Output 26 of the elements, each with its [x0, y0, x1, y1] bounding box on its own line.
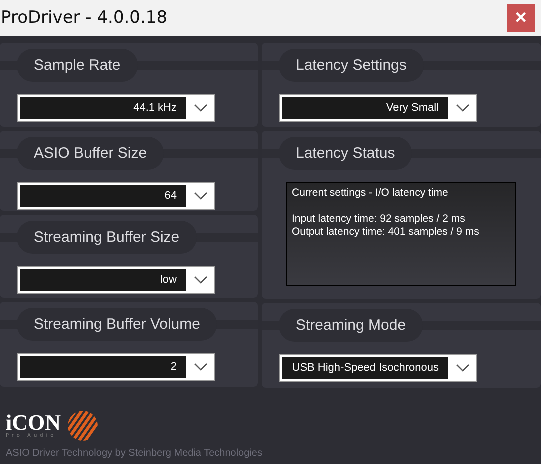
- status-heading: Current settings - I/O latency time: [292, 187, 450, 200]
- dropdown[interactable]: USB High-Speed Isochronous: [279, 354, 477, 382]
- chevron-down-icon: [194, 363, 208, 371]
- status-line: Output latency time: 401 samples / 9 ms: [292, 226, 480, 239]
- panel-title: Latency Settings: [279, 49, 424, 82]
- dropdown[interactable]: 44.1 kHz: [17, 94, 215, 122]
- panel-title: Sample Rate: [17, 49, 138, 82]
- panel-title: Streaming Buffer Size: [17, 221, 197, 254]
- status-line: Input latency time: 92 samples / 2 ms: [292, 213, 466, 226]
- chevron-down-icon: [194, 104, 208, 112]
- chevron-down-icon: [194, 276, 208, 284]
- dropdown[interactable]: 64: [17, 182, 215, 210]
- chevron-down-icon: [194, 192, 208, 200]
- dropdown[interactable]: 2: [17, 353, 215, 381]
- dropdown[interactable]: low: [17, 266, 215, 294]
- panel-title: Streaming Mode: [279, 309, 424, 342]
- chevron-down-icon: [456, 364, 470, 372]
- dropdown[interactable]: Very Small: [279, 94, 477, 122]
- window-title: ProDriver - 4.0.0.18: [0, 8, 168, 28]
- panel-title: ASIO Buffer Size: [17, 137, 164, 170]
- panel-title: Latency Status: [279, 137, 412, 170]
- close-button[interactable]: ×: [507, 4, 535, 32]
- chevron-down-icon: [456, 104, 470, 112]
- logo-text: iCON: [6, 413, 61, 433]
- panel-title: Streaming Buffer Volume: [17, 308, 218, 341]
- footer-text: ASIO Driver Technology by Steinberg Media Technologies: [6, 448, 264, 459]
